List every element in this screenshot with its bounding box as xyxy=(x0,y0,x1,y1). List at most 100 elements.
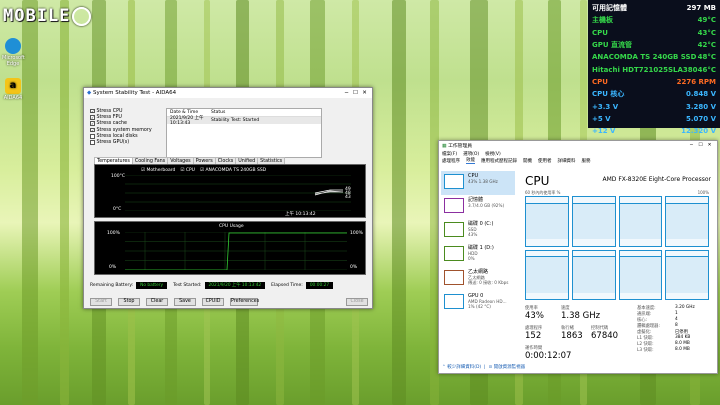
cpuid-button[interactable]: CPUID xyxy=(202,298,224,306)
mini-graph xyxy=(444,294,464,309)
stress-option-label: Stress GPU(s) xyxy=(96,140,130,146)
fewer-details-link[interactable]: ⌃ 較少詳細資料(D) xyxy=(442,365,481,370)
cpu-usage-plot xyxy=(125,232,347,270)
stat-uptime: 運作時間 0:00:12:07 xyxy=(525,346,572,361)
perf-sidebar-item[interactable]: 磁碟 0 (C:) SSD 43% xyxy=(441,219,515,243)
test-started-label: Test Started: xyxy=(173,283,202,288)
stat-handles: 控制代碼 67840 xyxy=(591,326,619,341)
cpu-usage-graph: CPU Usage 100% 0% 100% 0% xyxy=(94,221,366,275)
tab-voltages[interactable]: Voltages xyxy=(167,157,194,164)
close-button[interactable]: Close xyxy=(346,298,368,306)
cpu-ymax-left: 100% xyxy=(107,231,120,236)
tab-unified[interactable]: Unified xyxy=(235,157,259,164)
stat-threads: 執行緒 1863 xyxy=(561,326,583,341)
taskmgr-tab[interactable]: 處理程序 xyxy=(442,158,460,164)
perf-sidebar-item[interactable]: GPU 0 AMD Radeon HD... 1% (42 °C) xyxy=(441,291,515,315)
taskmgr-tab[interactable]: 效能 xyxy=(466,157,475,164)
taskmgr-tab[interactable]: 應用程式歷程記錄 xyxy=(481,158,517,164)
tab-powers[interactable]: Powers xyxy=(192,157,216,164)
stat-speed: 速度 1.38 GHz xyxy=(561,306,601,321)
hw-row: +12 V 12.320 V xyxy=(592,125,716,137)
mini-graph xyxy=(444,198,464,213)
checkbox[interactable] xyxy=(90,140,95,145)
stress-option[interactable]: Stress GPU(s) xyxy=(90,139,152,145)
cpu-model-name: AMD FX-8320E Eight-Core Processor xyxy=(602,176,711,183)
taskmgr-tab[interactable]: 使用者 xyxy=(538,158,552,164)
hw-label: +12 V xyxy=(592,127,616,136)
menu-item[interactable]: 選項(O) xyxy=(463,151,479,157)
preferences-button[interactable]: Preferences xyxy=(230,298,259,306)
temp-ymin: 0°C xyxy=(113,207,122,212)
core-graph xyxy=(618,249,663,300)
hw-label: 可用記憶體 xyxy=(592,4,627,13)
taskmgr-tab[interactable]: 詳細資料 xyxy=(558,158,576,164)
aida64-desktop-icon[interactable]: a AIDA64 xyxy=(2,78,24,101)
cpu-ymin: 0% xyxy=(350,265,358,270)
taskmgr-tab[interactable]: 開機 xyxy=(523,158,532,164)
cpu-ymax: 100% xyxy=(350,231,363,236)
aida64-app-icon: ◆ xyxy=(87,90,92,96)
cpu-details-list: 基本速度: 3.20 GHz 通訊端: 1 核心: 4 邏輯處理器: 8 虛擬化: 已停用 L1 快… xyxy=(637,305,715,353)
hw-label: CPU xyxy=(592,28,608,37)
tab-cooling-fans[interactable]: Cooling Fans xyxy=(131,157,169,164)
hw-label: 主機板 xyxy=(592,16,613,25)
maximize-button[interactable]: ☐ xyxy=(351,90,360,96)
core-graph xyxy=(571,196,616,247)
taskmgr-tab[interactable]: 服務 xyxy=(582,158,591,164)
perf-item-detail: SSD 43% xyxy=(468,227,478,237)
menu-item[interactable]: 檔案(F) xyxy=(442,151,457,157)
hw-row: +5 V 5.070 V xyxy=(592,113,716,125)
tab-clocks[interactable]: Clocks xyxy=(214,157,237,164)
hw-label: CPU 核心 xyxy=(592,90,625,99)
close-window-button[interactable]: ✕ xyxy=(360,90,369,96)
taskmgr-minimize-button[interactable]: ─ xyxy=(687,143,696,148)
tab-statistics[interactable]: Statistics xyxy=(257,157,286,164)
hw-value: 49°C xyxy=(697,16,716,25)
temp-time-label: 上午 10:13:42 xyxy=(285,212,316,217)
checkbox[interactable] xyxy=(90,134,95,139)
stress-option-label: Stress local disks xyxy=(96,133,138,139)
clear-button[interactable]: Clear xyxy=(146,298,168,306)
temp-ymax: 100°C xyxy=(111,174,125,179)
cpu-detail-row: L3 快取: 8.0 MB xyxy=(637,347,715,353)
aida64-titlebar: ◆ System Stability Test - AIDA64 ─ ☐ ✕ xyxy=(84,88,372,98)
perf-sidebar-item[interactable]: 磁碟 1 (D:) HDD 0% xyxy=(441,243,515,267)
hw-label: +5 V xyxy=(592,114,611,123)
hw-label: Hitachi HDT721025SLA380 xyxy=(592,65,698,74)
taskmgr-title: 工作管理員 xyxy=(448,144,473,149)
perf-sidebar-item[interactable]: 乙太網路 乙太網路 傳送: 0 接收: 0 Kbps xyxy=(441,267,515,291)
start-button[interactable]: Start xyxy=(90,298,112,306)
perf-sidebar-item[interactable]: 記憶體 3.7/4.0 GB (92%) xyxy=(441,195,515,219)
hw-label: CPU xyxy=(592,77,608,86)
stress-option-label: Stress system memory xyxy=(96,127,152,133)
mini-graph xyxy=(444,246,464,261)
remaining-battery-value: No battery xyxy=(136,282,168,289)
tab-temperatures[interactable]: Temperatures xyxy=(94,157,133,164)
menu-item[interactable]: 檢視(V) xyxy=(485,151,501,157)
stop-button[interactable]: Stop xyxy=(118,298,140,306)
perf-item-detail: 3.7/4.0 GB (92%) xyxy=(468,203,505,208)
test-started-value: 2021/9/20 上午 10:13:42 xyxy=(204,282,266,289)
cpu-detail-pane: CPU AMD FX-8320E Eight-Core Processor 60… xyxy=(525,174,715,361)
checkbox[interactable]: ✓ xyxy=(90,127,95,133)
taskmgr-maximize-button[interactable]: ☐ xyxy=(696,143,705,148)
minimize-button[interactable]: ─ xyxy=(342,90,351,96)
hw-row: ANACOMDA TS 240GB SSD 48°C xyxy=(592,51,716,63)
taskmgr-close-button[interactable]: ✕ xyxy=(705,143,714,148)
log-row[interactable]: 2021/9/20 上午 10:13:43 Stability Test: St… xyxy=(167,116,321,126)
aida64-stability-window: ◆ System Stability Test - AIDA64 ─ ☐ ✕ ✓ St… xyxy=(83,87,373,309)
perf-sidebar-item[interactable]: CPU 43% 1.38 GHz xyxy=(441,171,515,195)
checkbox[interactable]: ✓ xyxy=(90,108,95,114)
checkbox[interactable]: ✓ xyxy=(90,121,95,126)
save-button[interactable]: Save xyxy=(174,298,196,306)
checkbox[interactable]: ✓ xyxy=(90,115,95,120)
core-graph xyxy=(618,196,663,247)
edge-icon xyxy=(5,38,21,54)
resource-monitor-link[interactable]: ⊙ 開啟資源監視器 xyxy=(488,365,525,370)
core-graph xyxy=(571,249,616,300)
edge-icon-label: Microsoft Edge xyxy=(2,55,25,67)
edge-desktop-icon[interactable]: Microsoft Edge xyxy=(2,38,25,67)
detail-value: 8.0 MB xyxy=(675,347,690,352)
legend-ssd: ☑ ANACOMDA TS 240GB SSD xyxy=(199,168,267,173)
stress-option[interactable]: ✓ Stress system memory xyxy=(90,127,152,133)
